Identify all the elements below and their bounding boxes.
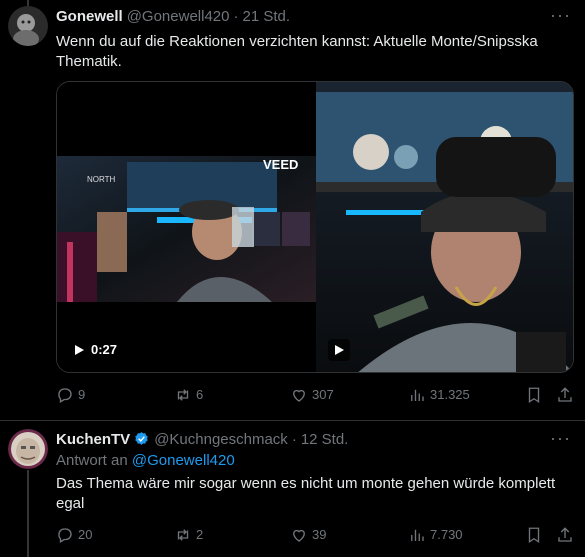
repost-button[interactable]: 2	[174, 526, 203, 544]
tweet-video[interactable]: NORTH VEED 0:27	[56, 81, 574, 373]
duration-text: 0:27	[91, 342, 118, 357]
like-count: 39	[312, 527, 327, 542]
bookmark-button[interactable]	[525, 526, 547, 544]
views-count: 31.325	[430, 387, 470, 402]
separator-dot: ·	[291, 431, 297, 448]
repost-button[interactable]: 6	[174, 386, 203, 404]
repost-count: 6	[196, 387, 204, 402]
veed-label-text: VEED	[263, 157, 298, 172]
verified-badge-icon	[135, 432, 148, 445]
play-icon[interactable]	[73, 344, 85, 356]
veed-watermark: VEED	[263, 157, 298, 172]
user-handle[interactable]: @Gonewell420	[127, 8, 230, 25]
reply-icon	[58, 528, 72, 543]
views-count: 7.730	[430, 527, 463, 542]
views-button[interactable]: 7.730	[408, 526, 463, 544]
bookmark-icon	[528, 387, 540, 404]
views-icon	[411, 389, 424, 401]
more-icon[interactable]: ···	[550, 6, 571, 24]
views-button[interactable]: 31.325	[408, 386, 470, 404]
tweet-header: Gonewell @Gonewell420 · 21 Std.	[56, 8, 290, 25]
reply-button[interactable]: 9	[56, 386, 85, 404]
avatar-kuchentv[interactable]	[8, 429, 48, 469]
views-icon	[411, 529, 424, 541]
reply-context: Antwort an @Gonewell420	[56, 452, 235, 469]
play-button[interactable]	[328, 339, 350, 361]
repost-icon	[177, 529, 189, 541]
tweet-header: KuchenTV @Kuchngeschmack · 12 Std.	[56, 431, 348, 448]
tweet-kuchentv[interactable]: KuchenTV @Kuchngeschmack · 12 Std. ··· A…	[0, 421, 585, 557]
like-icon	[293, 389, 305, 402]
tweet-text: Wenn du auf die Reaktionen verzichten ka…	[56, 33, 538, 70]
separator-dot: ·	[233, 8, 239, 25]
like-icon	[293, 529, 305, 542]
repost-icon	[177, 389, 189, 401]
repost-count: 2	[196, 527, 204, 542]
svg-text:NORTH: NORTH	[87, 175, 116, 184]
video-duration[interactable]: 0:27	[73, 342, 117, 357]
bookmark-button[interactable]	[525, 386, 547, 404]
timestamp[interactable]: 21 Std.	[242, 8, 290, 25]
avatar-gonewell[interactable]	[8, 6, 48, 46]
bookmark-icon	[528, 527, 540, 544]
reply-button[interactable]: 20	[56, 526, 92, 544]
like-count: 307	[312, 387, 334, 402]
share-icon	[558, 387, 572, 402]
tweet-gonewell[interactable]: Gonewell @Gonewell420 · 21 Std. ··· Wenn…	[0, 0, 585, 420]
like-button[interactable]: 39	[290, 526, 326, 544]
like-button[interactable]: 307	[290, 386, 334, 404]
share-button[interactable]	[556, 386, 578, 404]
reply-icon	[58, 388, 72, 403]
display-name[interactable]: Gonewell	[56, 8, 123, 25]
tweet-text: Das Thema wäre mir sogar wenn es nicht u…	[56, 475, 556, 512]
reply-target-link[interactable]: @Gonewell420	[132, 452, 235, 469]
tweet-actions: 9 6 307 31.325	[56, 386, 574, 406]
video-left-panel: NORTH	[57, 82, 316, 372]
play-icon	[335, 345, 344, 355]
more-icon[interactable]: ···	[550, 429, 571, 447]
timestamp[interactable]: 12 Std.	[301, 431, 349, 448]
reply-prefix: Antwort an	[56, 452, 128, 469]
share-icon	[558, 527, 572, 542]
user-handle[interactable]: @Kuchngeschmack	[154, 431, 288, 448]
tweet-actions: 20 2 39 7.730	[56, 526, 574, 546]
share-button[interactable]	[556, 526, 578, 544]
reply-count: 20	[78, 527, 93, 542]
reply-count: 9	[78, 387, 86, 402]
video-right-panel	[316, 82, 573, 372]
display-name[interactable]: KuchenTV	[56, 431, 130, 448]
